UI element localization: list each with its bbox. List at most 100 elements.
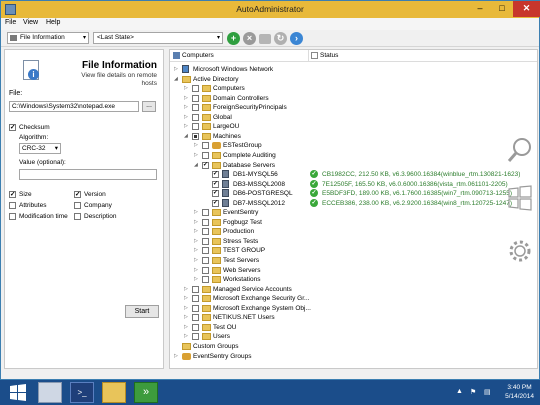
size-checkbox[interactable]: ✓ <box>9 191 16 198</box>
expand-icon[interactable]: ▷ <box>184 85 188 91</box>
tree-node-checkbox[interactable] <box>202 276 209 284</box>
tree-node[interactable]: ▷ Fogbugz Test <box>170 218 537 227</box>
tree-node-checkbox[interactable]: ✓ <box>212 199 219 207</box>
tree-node-checkbox[interactable] <box>192 85 199 93</box>
tree-node[interactable]: ▷ LargeOU <box>170 122 537 131</box>
action-select[interactable]: File Information ▾ <box>7 32 89 44</box>
windows-start-icon[interactable] <box>6 382 30 403</box>
tree-node-checkbox[interactable] <box>192 104 199 112</box>
column-computers[interactable]: Computers <box>182 52 214 59</box>
column-status[interactable]: Status <box>320 52 338 59</box>
tree-node-checkbox[interactable] <box>192 123 199 131</box>
description-checkbox[interactable] <box>74 213 81 220</box>
tree-node[interactable]: ▷ Workstations <box>170 275 537 284</box>
state-select[interactable]: <Last State> ▾ <box>93 32 223 44</box>
tree-node[interactable]: ▷ NETIKUS.NET Users <box>170 313 537 322</box>
tree-node[interactable]: ◢ ✓ Database Servers <box>170 161 537 170</box>
tree-node-checkbox[interactable] <box>202 228 209 236</box>
tree-node-checkbox[interactable] <box>192 132 199 140</box>
tree-node[interactable]: ▷ Complete Auditing <box>170 151 537 160</box>
forward-icon[interactable]: › <box>290 32 303 45</box>
tree-node[interactable]: ▷ Test OU <box>170 323 537 332</box>
modification-time-checkbox[interactable] <box>9 213 16 220</box>
tree-node[interactable]: ▷ TEST GROUP <box>170 246 537 255</box>
start-button[interactable]: Start <box>125 305 159 318</box>
expand-icon[interactable]: ▷ <box>194 238 198 244</box>
expand-icon[interactable]: ▷ <box>184 114 188 120</box>
tree-node[interactable]: ✓ DB7-MSSQL2012 ✓ ECCEB386, 238.00 KB, v6.2… <box>170 198 537 208</box>
tray-expand-icon[interactable]: ▲ <box>456 388 463 395</box>
tree-node[interactable]: ▷ ForeignSecurityPrincipals <box>170 103 537 112</box>
expand-icon[interactable]: ▷ <box>184 95 188 101</box>
browse-button[interactable]: ... <box>142 101 156 112</box>
column-divider[interactable] <box>308 50 309 62</box>
tree-node-checkbox[interactable] <box>192 285 199 293</box>
tree-node[interactable]: ▷ EventSentry <box>170 208 537 217</box>
tree-node[interactable]: ◢ Active Directory <box>170 75 537 84</box>
expand-icon[interactable]: ▷ <box>184 305 188 311</box>
tree-node[interactable]: ▷ Microsoft Exchange System Obj... <box>170 304 537 313</box>
server-manager-icon[interactable] <box>38 382 62 403</box>
tree-node[interactable]: ▷ Microsoft Exchange Security Gr... <box>170 294 537 303</box>
expand-icon[interactable]: ▷ <box>194 219 198 225</box>
tree-node[interactable]: ▷ ESTestGroup <box>170 141 537 150</box>
tree-node[interactable]: ▷ Web Servers <box>170 266 537 275</box>
expand-icon[interactable]: ▷ <box>184 104 188 110</box>
tree-node-checkbox[interactable]: ✓ <box>212 190 219 198</box>
expand-icon[interactable]: ▷ <box>194 152 198 158</box>
collapse-icon[interactable]: ◢ <box>174 76 178 82</box>
tree-node[interactable]: ▷ Test Servers <box>170 256 537 265</box>
collapse-icon[interactable]: ◢ <box>194 162 198 168</box>
expand-icon[interactable]: ▷ <box>184 123 188 129</box>
algorithm-select[interactable]: CRC-32 ▾ <box>19 143 61 154</box>
system-clock[interactable]: 3:40 PM 5/14/2014 <box>505 383 534 401</box>
stop-icon[interactable]: × <box>243 32 256 45</box>
expand-icon[interactable]: ▷ <box>194 257 198 263</box>
expand-icon[interactable]: ▷ <box>184 333 188 339</box>
tree-node[interactable]: ▷ Users <box>170 332 537 341</box>
collapse-icon[interactable]: ◢ <box>184 133 188 139</box>
expand-icon[interactable]: ▷ <box>184 295 188 301</box>
tree-node-checkbox[interactable] <box>192 333 199 341</box>
company-checkbox[interactable] <box>74 202 81 209</box>
expand-icon[interactable]: ▷ <box>184 314 188 320</box>
tree-node-checkbox[interactable] <box>202 266 209 274</box>
maximize-button[interactable]: □ <box>491 1 513 17</box>
tree-node-checkbox[interactable] <box>192 113 199 121</box>
tree-node[interactable]: Custom Groups <box>170 342 537 351</box>
flag-icon[interactable]: ⚑ <box>470 388 476 396</box>
menu-file[interactable]: File <box>5 19 16 26</box>
optional-value-input[interactable] <box>19 169 157 180</box>
tree-node-checkbox[interactable] <box>202 237 209 245</box>
tree-node-checkbox[interactable] <box>202 247 209 255</box>
file-explorer-icon[interactable] <box>102 382 126 403</box>
tree-node[interactable]: ✓ DB3-MSSQL2008 ✓ 7E12505F, 165.50 KB, v6.0… <box>170 179 537 189</box>
run-icon[interactable]: + <box>227 32 240 45</box>
tree-node[interactable]: ✓ DB6-POSTGRESQL ✓ E5BDF3FD, 189.00 KB, v6.… <box>170 189 537 198</box>
tree-node[interactable]: ▷ Production <box>170 227 537 236</box>
tree-node-checkbox[interactable] <box>192 295 199 303</box>
tree-node[interactable]: ▷ Microsoft Windows Network <box>170 65 537 74</box>
tree-node-checkbox[interactable]: ✓ <box>202 161 209 169</box>
powershell-icon[interactable]: >_ <box>70 382 94 403</box>
network-icon[interactable]: ▤ <box>484 388 491 396</box>
tree-node-checkbox[interactable]: ✓ <box>212 171 219 179</box>
checksum-checkbox[interactable]: ✓ <box>9 124 16 131</box>
version-checkbox[interactable]: ✓ <box>74 191 81 198</box>
expand-icon[interactable]: ▷ <box>194 267 198 273</box>
tree-node-checkbox[interactable] <box>202 151 209 159</box>
tree-node-checkbox[interactable]: ✓ <box>212 180 219 188</box>
tree-node[interactable]: ▷ EventSentry Groups <box>170 352 537 361</box>
expand-icon[interactable]: ▷ <box>194 228 198 234</box>
minimize-button[interactable]: – <box>469 1 491 17</box>
attributes-checkbox[interactable] <box>9 202 16 209</box>
expand-icon[interactable]: ▷ <box>174 353 178 359</box>
tree-node[interactable]: ◢ Machines <box>170 132 537 141</box>
tree-node[interactable]: ▷ Global <box>170 113 537 122</box>
export-icon[interactable] <box>259 34 271 44</box>
file-path-input[interactable]: C:\Windows\System32\notepad.exe <box>9 101 139 112</box>
expand-icon[interactable]: ▷ <box>184 324 188 330</box>
tree-node[interactable]: ▷ Computers <box>170 84 537 93</box>
tree-node-checkbox[interactable] <box>202 218 209 226</box>
close-button[interactable]: ✕ <box>513 1 540 17</box>
